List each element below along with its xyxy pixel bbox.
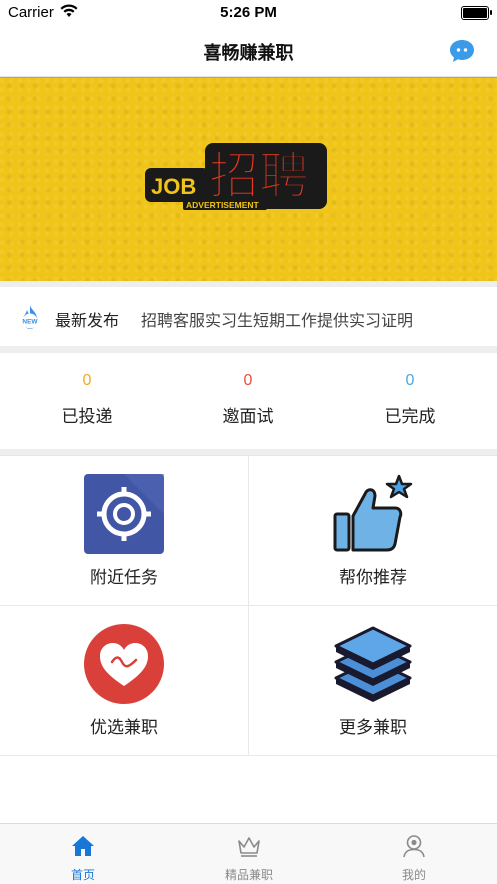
logo-word: JOB [151, 174, 196, 199]
stat-interview[interactable]: 0 邀面试 [165, 353, 331, 449]
grid-item-more[interactable]: 更多兼职 [249, 606, 497, 755]
nav-bar: 喜畅赚兼职 [0, 26, 497, 77]
grid-item-label: 帮你推荐 [339, 568, 407, 588]
news-headline[interactable]: 招聘客服实习生短期工作提供实习证明 [141, 307, 413, 331]
stat-delivered[interactable]: 0 已投递 [4, 353, 170, 449]
tab-home[interactable]: 首页 [0, 824, 166, 884]
logo-sub: ADVERTISEMENT [186, 200, 260, 210]
grid-item-recommend[interactable]: 帮你推荐 [249, 456, 497, 605]
stat-value: 0 [405, 372, 415, 389]
grid-item-label: 更多兼职 [339, 718, 407, 738]
stat-label: 已完成 [384, 407, 436, 427]
target-icon [84, 474, 164, 554]
grid-item-label: 优选兼职 [90, 718, 158, 738]
crown-icon [238, 837, 260, 857]
news-label: 最新发布 [55, 311, 120, 330]
clock: 5:26 PM [220, 4, 277, 21]
grid-item-nearby[interactable]: 附近任务 [0, 456, 248, 605]
tab-label: 首页 [70, 868, 95, 882]
tab-label: 我的 [401, 868, 426, 882]
divider [0, 346, 497, 353]
stat-value: 0 [243, 372, 253, 389]
heart-icon [84, 624, 164, 704]
tab-bar: 首页 精品兼职 我的 [0, 823, 497, 884]
stat-label: 邀面试 [222, 407, 274, 427]
home-icon [72, 836, 94, 856]
tab-premium[interactable]: 精品兼职 [166, 824, 332, 884]
tab-mine[interactable]: 我的 [331, 824, 497, 884]
stat-completed[interactable]: 0 已完成 [327, 353, 493, 449]
battery-icon [461, 6, 492, 20]
user-icon [403, 835, 425, 858]
tab-label: 精品兼职 [224, 868, 273, 882]
new-badge: NEW [22, 319, 38, 326]
chat-icon[interactable] [449, 39, 475, 63]
grid-item-featured[interactable]: 优选兼职 [0, 606, 248, 755]
grid-item-label: 附近任务 [90, 568, 158, 588]
page-title: 喜畅赚兼职 [203, 43, 294, 64]
stat-label: 已投递 [61, 407, 113, 427]
latest-news-row[interactable]: NEW 最新发布 招聘客服实习生短期工作提供实习证明 [0, 287, 497, 346]
layers-icon [334, 626, 412, 702]
new-flame-icon: NEW [22, 305, 38, 329]
stat-value: 0 [82, 372, 92, 389]
job-logo: JOB 招聘 ADVERTISEMENT [145, 143, 327, 210]
status-bar: Carrier 5:26 PM [0, 0, 497, 26]
job-banner[interactable]: JOB 招聘 ADVERTISEMENT [0, 77, 497, 282]
stats-row: 0 已投递 0 邀面试 0 已完成 [0, 353, 497, 449]
feature-grid: 附近任务 帮你推荐 优选兼职 更多兼职 [0, 455, 497, 756]
thumbs-up-icon [333, 474, 413, 552]
logo-main: 招聘 [209, 147, 309, 205]
